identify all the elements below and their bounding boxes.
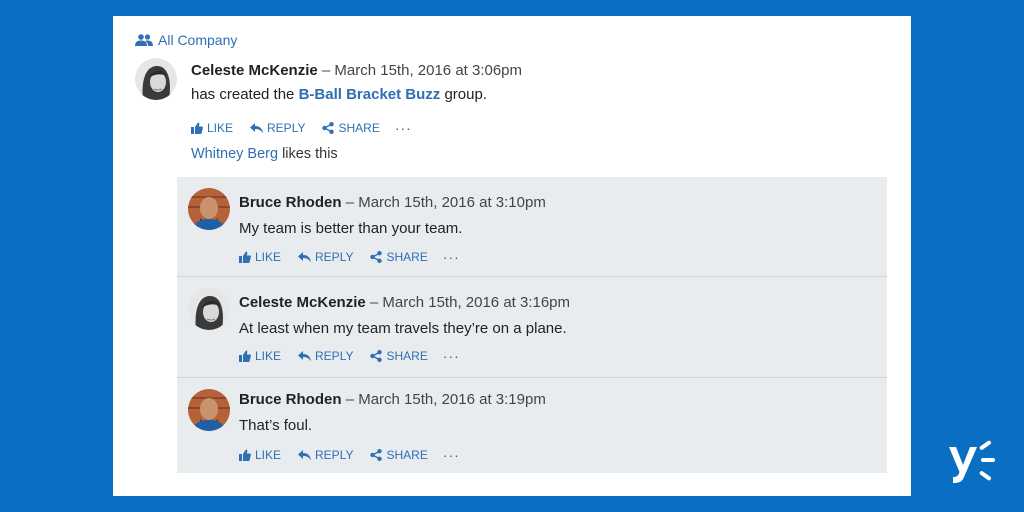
reply-header: Bruce Rhoden – March 15th, 2016 at 3:19p…: [239, 391, 546, 408]
reply-icon: [298, 350, 312, 362]
avatar[interactable]: [188, 288, 230, 330]
liker-name[interactable]: Whitney Berg: [191, 146, 278, 162]
like-label: LIKE: [207, 121, 234, 135]
share-label: SHARE: [386, 349, 428, 363]
author-name[interactable]: Bruce Rhoden: [239, 194, 342, 211]
group-link-inline[interactable]: B-Ball Bracket Buzz: [299, 86, 441, 103]
share-label: SHARE: [386, 448, 428, 462]
more-options-button[interactable]: ···: [443, 447, 460, 463]
reply-header: Bruce Rhoden – March 15th, 2016 at 3:10p…: [239, 194, 546, 211]
feed-card: All Company Celeste McKenzie – March 15t…: [113, 16, 911, 496]
share-icon: [322, 122, 335, 134]
separator: –: [369, 294, 379, 311]
separator: –: [345, 391, 355, 408]
like-label: LIKE: [255, 349, 282, 363]
post-body: has created the B-Ball Bracket Buzz grou…: [191, 86, 487, 103]
reply-button[interactable]: REPLY: [298, 250, 353, 264]
more-options-button[interactable]: ···: [443, 249, 460, 265]
timestamp[interactable]: March 15th, 2016 at 3:06pm: [334, 62, 522, 79]
likes-text: likes this: [282, 146, 338, 162]
reply-body: My team is better than your team.: [239, 220, 463, 237]
separator: –: [345, 194, 355, 211]
share-label: SHARE: [338, 121, 380, 135]
share-button[interactable]: SHARE: [370, 448, 428, 462]
reply-thread: Bruce Rhoden – March 15th, 2016 at 3:10p…: [177, 177, 887, 473]
share-button[interactable]: SHARE: [322, 121, 380, 135]
avatar[interactable]: [188, 389, 230, 431]
share-icon: [370, 251, 383, 263]
yammer-logo: [946, 437, 998, 488]
thumbs-up-icon: [239, 350, 251, 362]
post-actions: LIKE REPLY SHARE ···: [191, 120, 412, 136]
reply-body: At least when my team travels they’re on…: [239, 320, 567, 337]
timestamp[interactable]: March 15th, 2016 at 3:16pm: [382, 294, 570, 311]
share-icon: [370, 449, 383, 461]
like-button[interactable]: LIKE: [191, 121, 233, 135]
reply-label: REPLY: [315, 448, 354, 462]
more-options-button[interactable]: ···: [443, 348, 460, 364]
share-button[interactable]: SHARE: [370, 250, 428, 264]
author-name[interactable]: Bruce Rhoden: [239, 391, 342, 408]
avatar[interactable]: [188, 188, 230, 230]
thumbs-up-icon: [239, 449, 251, 461]
timestamp[interactable]: March 15th, 2016 at 3:19pm: [358, 391, 546, 408]
reply-label: REPLY: [315, 250, 354, 264]
thumbs-up-icon: [239, 251, 251, 263]
author-name[interactable]: Celeste McKenzie: [191, 62, 318, 79]
like-button[interactable]: LIKE: [239, 250, 281, 264]
reply-icon: [298, 449, 312, 461]
reply-button[interactable]: REPLY: [298, 448, 353, 462]
like-button[interactable]: LIKE: [239, 349, 281, 363]
like-label: LIKE: [255, 448, 282, 462]
reply-icon: [250, 122, 264, 134]
body-prefix: has created the: [191, 86, 295, 103]
group-link[interactable]: All Company: [135, 32, 237, 48]
reply-actions: LIKE REPLY SHARE ···: [239, 348, 460, 364]
group-label: All Company: [158, 32, 238, 48]
reply-button[interactable]: REPLY: [298, 349, 353, 363]
share-button[interactable]: SHARE: [370, 349, 428, 363]
reply-label: REPLY: [315, 349, 354, 363]
share-icon: [370, 350, 383, 362]
reply-label: REPLY: [267, 121, 306, 135]
divider: [177, 377, 887, 378]
divider: [177, 276, 887, 277]
author-name[interactable]: Celeste McKenzie: [239, 294, 366, 311]
body-suffix: group.: [444, 86, 487, 103]
share-label: SHARE: [386, 250, 428, 264]
reply-button[interactable]: REPLY: [250, 121, 305, 135]
reply-actions: LIKE REPLY SHARE ···: [239, 447, 460, 463]
more-options-button[interactable]: ···: [395, 120, 412, 136]
reply-icon: [298, 251, 312, 263]
reply-header: Celeste McKenzie – March 15th, 2016 at 3…: [239, 294, 570, 311]
like-button[interactable]: LIKE: [239, 448, 281, 462]
separator: –: [321, 62, 331, 79]
avatar[interactable]: [135, 58, 177, 100]
timestamp[interactable]: March 15th, 2016 at 3:10pm: [358, 194, 546, 211]
people-icon: [135, 34, 153, 46]
like-label: LIKE: [255, 250, 282, 264]
reply-body: That’s foul.: [239, 417, 313, 434]
reply-actions: LIKE REPLY SHARE ···: [239, 249, 460, 265]
post-header: Celeste McKenzie – March 15th, 2016 at 3…: [191, 62, 522, 79]
thumbs-up-icon: [191, 122, 203, 134]
likes-summary: Whitney Berg likes this: [191, 146, 338, 162]
